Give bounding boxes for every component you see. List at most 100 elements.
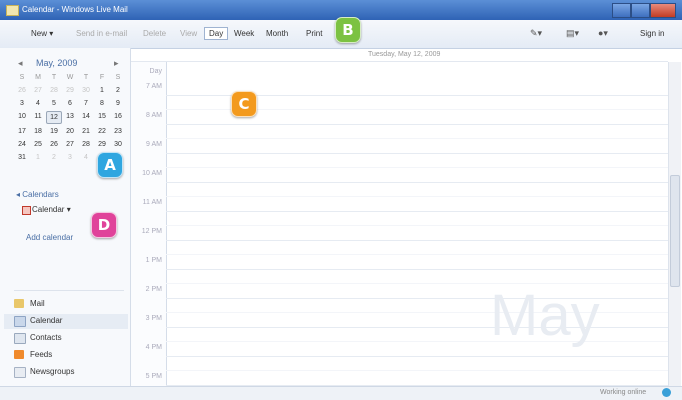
calendar-day[interactable]: 16 [110,111,126,122]
send-email-button[interactable]: Send in e-mail [76,29,127,38]
prev-month-icon[interactable]: ◂ [18,58,23,69]
time-label: 9 AM [146,141,162,148]
time-label: 4 PM [145,344,162,351]
calendar-day[interactable]: 22 [94,126,110,137]
hour-line [166,124,668,125]
half-hour-line [166,225,668,226]
mail-icon [14,299,24,308]
feeds-icon [14,350,24,359]
help-icon[interactable]: ●▾ [598,28,608,39]
calendar-day[interactable]: 2 [46,152,62,163]
weekday-label: T [83,74,89,81]
calendar-day[interactable]: 26 [14,85,30,96]
weekday-label: T [51,74,57,81]
time-label: 2 PM [145,286,162,293]
contacts-icon [14,333,26,344]
calendar-item[interactable]: Calendar ▾ [32,205,71,214]
calendar-day[interactable]: 29 [94,139,110,150]
add-calendar-link[interactable]: Add calendar [26,233,73,242]
status-text: Working online [600,389,647,396]
calendar-color-swatch [22,206,31,215]
scrollbar-thumb[interactable] [670,175,680,287]
calendar-day[interactable]: 10 [14,111,30,122]
calendar-day[interactable]: 24 [14,139,30,150]
calendar-day[interactable]: 31 [14,152,30,163]
time-label: 11 AM [142,199,162,206]
window-controls [612,3,676,18]
calendar-day[interactable]: 5 [46,98,62,109]
calendar-day[interactable]: 1 [30,152,46,163]
time-column [131,62,167,386]
nav-feeds[interactable]: Feeds [4,348,128,363]
calendar-day[interactable]: 25 [30,139,46,150]
calendar-day[interactable]: 21 [78,126,94,137]
calendar-day[interactable]: 7 [78,98,94,109]
calendar-day[interactable]: 17 [14,126,30,137]
calendar-day[interactable]: 3 [14,98,30,109]
view-button[interactable]: View [180,29,197,38]
calendar-day[interactable]: 1 [94,85,110,96]
month-view-button[interactable]: Month [266,29,288,38]
nav-calendar[interactable]: Calendar [4,314,128,329]
delete-button[interactable]: Delete [143,29,166,38]
weekday-label: F [99,74,105,81]
nav-mail[interactable]: Mail [4,297,128,312]
newsgroups-icon [14,367,26,378]
print-button[interactable]: Print [306,29,322,38]
pen-icon[interactable]: ✎▾ [530,28,542,39]
half-hour-line [166,370,668,371]
nav-contacts[interactable]: Contacts [4,331,128,346]
calendar-day[interactable]: 4 [30,98,46,109]
calendar-day[interactable]: 18 [30,126,46,137]
window-title: Calendar - Windows Live Mail [22,5,128,14]
calendar-day[interactable]: 13 [62,111,78,122]
new-button[interactable]: New ▾ [31,29,53,38]
calendar-day[interactable]: 2 [110,85,126,96]
calendar-day[interactable]: 20 [62,126,78,137]
calendar-day[interactable]: 6 [62,98,78,109]
calendar-day[interactable]: 9 [110,98,126,109]
calendar-day[interactable]: 12 [46,111,62,124]
day-view-button[interactable]: Day [204,27,229,40]
calendar-day[interactable]: 14 [78,111,94,122]
calendar-day[interactable]: 27 [62,139,78,150]
half-hour-line [166,167,668,168]
week-view-button[interactable]: Week [234,29,254,38]
online-status-icon [662,388,671,397]
callout-badge-b: B [335,17,361,43]
half-hour-line [166,254,668,255]
time-label: 3 PM [145,315,162,322]
day-label: Day [149,68,162,75]
minimize-button[interactable] [612,3,632,18]
calendar-day[interactable]: 15 [94,111,110,122]
nav-newsgroups[interactable]: Newsgroups [4,365,128,380]
page-icon[interactable]: ▤▾ [566,28,579,39]
mini-calendar-month[interactable]: May, 2009 [36,58,77,68]
calendar-day[interactable]: 30 [78,85,94,96]
calendar-day[interactable]: 11 [30,111,46,122]
calendar-day[interactable]: 3 [62,152,78,163]
next-month-icon[interactable]: ▸ [114,58,119,69]
close-button[interactable] [650,3,676,18]
calendar-day[interactable]: 19 [46,126,62,137]
weekday-label: S [115,74,121,81]
calendar-day[interactable]: 23 [110,126,126,137]
calendar-day[interactable]: 8 [94,98,110,109]
calendar-day[interactable]: 28 [78,139,94,150]
calendar-day[interactable]: 4 [78,152,94,163]
calendar-day[interactable]: 29 [62,85,78,96]
calendar-day[interactable]: 27 [30,85,46,96]
callout-badge-a: A [97,152,123,178]
time-label: 8 AM [146,112,162,119]
calendar-day[interactable]: 26 [46,139,62,150]
sign-in-link[interactable]: Sign in [640,29,664,38]
hour-line [166,356,668,357]
status-bar [0,386,682,400]
hour-line [166,153,668,154]
maximize-button[interactable] [631,3,651,18]
day-header-date: Tuesday, May 12, 2009 [368,51,441,58]
calendar-day[interactable]: 30 [110,139,126,150]
calendars-header[interactable]: ◂ Calendars [16,190,59,199]
calendar-day[interactable]: 28 [46,85,62,96]
mini-calendar: S M T W T F S 26 27 28 29 30 1 2 3 4 5 6 7 8 9 10 11 12 13 14 15 16… [14,72,126,163]
